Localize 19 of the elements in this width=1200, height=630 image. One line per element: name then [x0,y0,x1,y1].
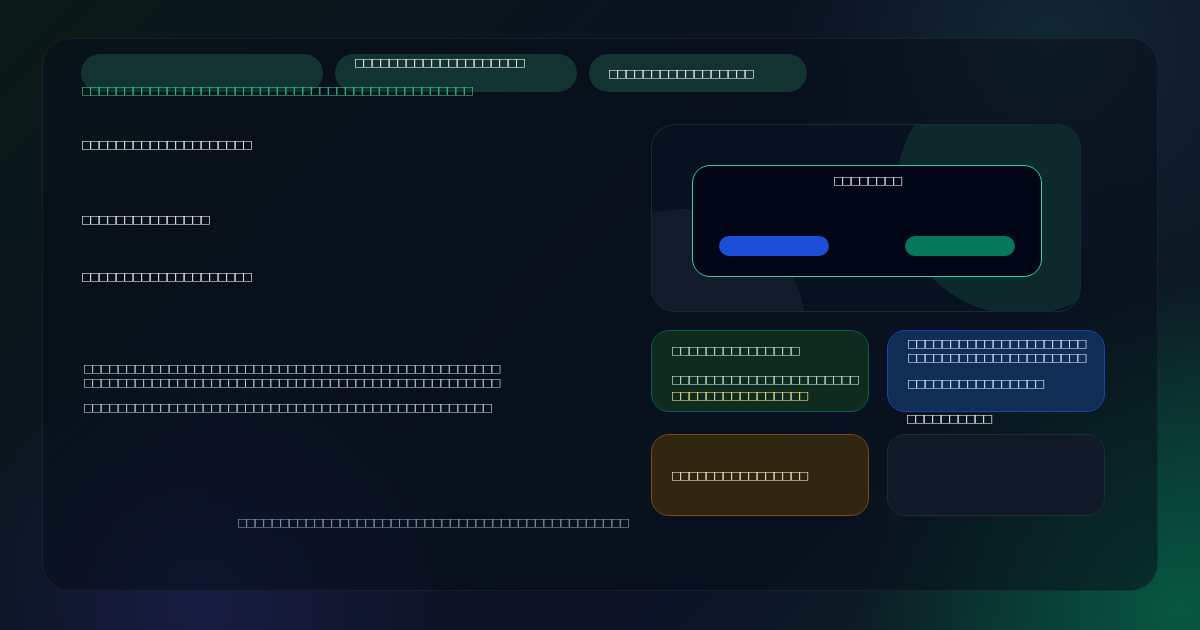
card-text: □□□□□□□□□□□□□□□□□□□□□□ [671,373,858,386]
section-label: □□□□□□□□□□□□□□□ [81,213,209,226]
action-button[interactable] [905,236,1015,256]
paragraph-line: □□□□□□□□□□□□□□□□□□□□□□□□□□□□□□□□□□□□□□□□□□□□□□□□□ [83,362,500,375]
paragraph-line: □□□□□□□□□□□□□□□□□□□□□□□□□□□□□□□□□□□□□□□□□□□□□□□□□ [83,376,500,389]
card-text: □□□□□□□□□□□□□□□□ [671,389,807,402]
section-label: □□□□□□□□□□□□□□□□□□□□ [81,270,251,283]
card-text: □□□□□□□□□□□□□□□□□□□□□ [907,337,1086,350]
card-text: □□□□□□□□□□□□□□□ [671,344,799,357]
card-text: □□□□□□□□□□□□□□□□□□□□□ [907,351,1086,364]
card-text: □□□□□□□□□□□□□□□□ [671,468,807,482]
paragraph-line: □□□□□□□□□□□□□□□□□□□□□□□□□□□□□□□□□□□□□□□□□□□□□□□□ [83,401,491,414]
card-note: □□□□□□□□□□ [906,412,991,425]
pill-tab[interactable]: □□□□□□□□□□□□□□□□□ [589,54,807,92]
section-label: □□□□□□□□□□□□□□□□□□□□ [81,138,251,151]
dialog-title: □□□□□□□□ [833,174,901,187]
card-text: □□□□□□□□□□□□□□□□ [907,377,1043,390]
footer-text: □□□□□□□□□□□□□□□□□□□□□□□□□□□□□□□□□□□□□□□□□□□□□□ [237,516,628,529]
action-button[interactable] [719,236,829,256]
